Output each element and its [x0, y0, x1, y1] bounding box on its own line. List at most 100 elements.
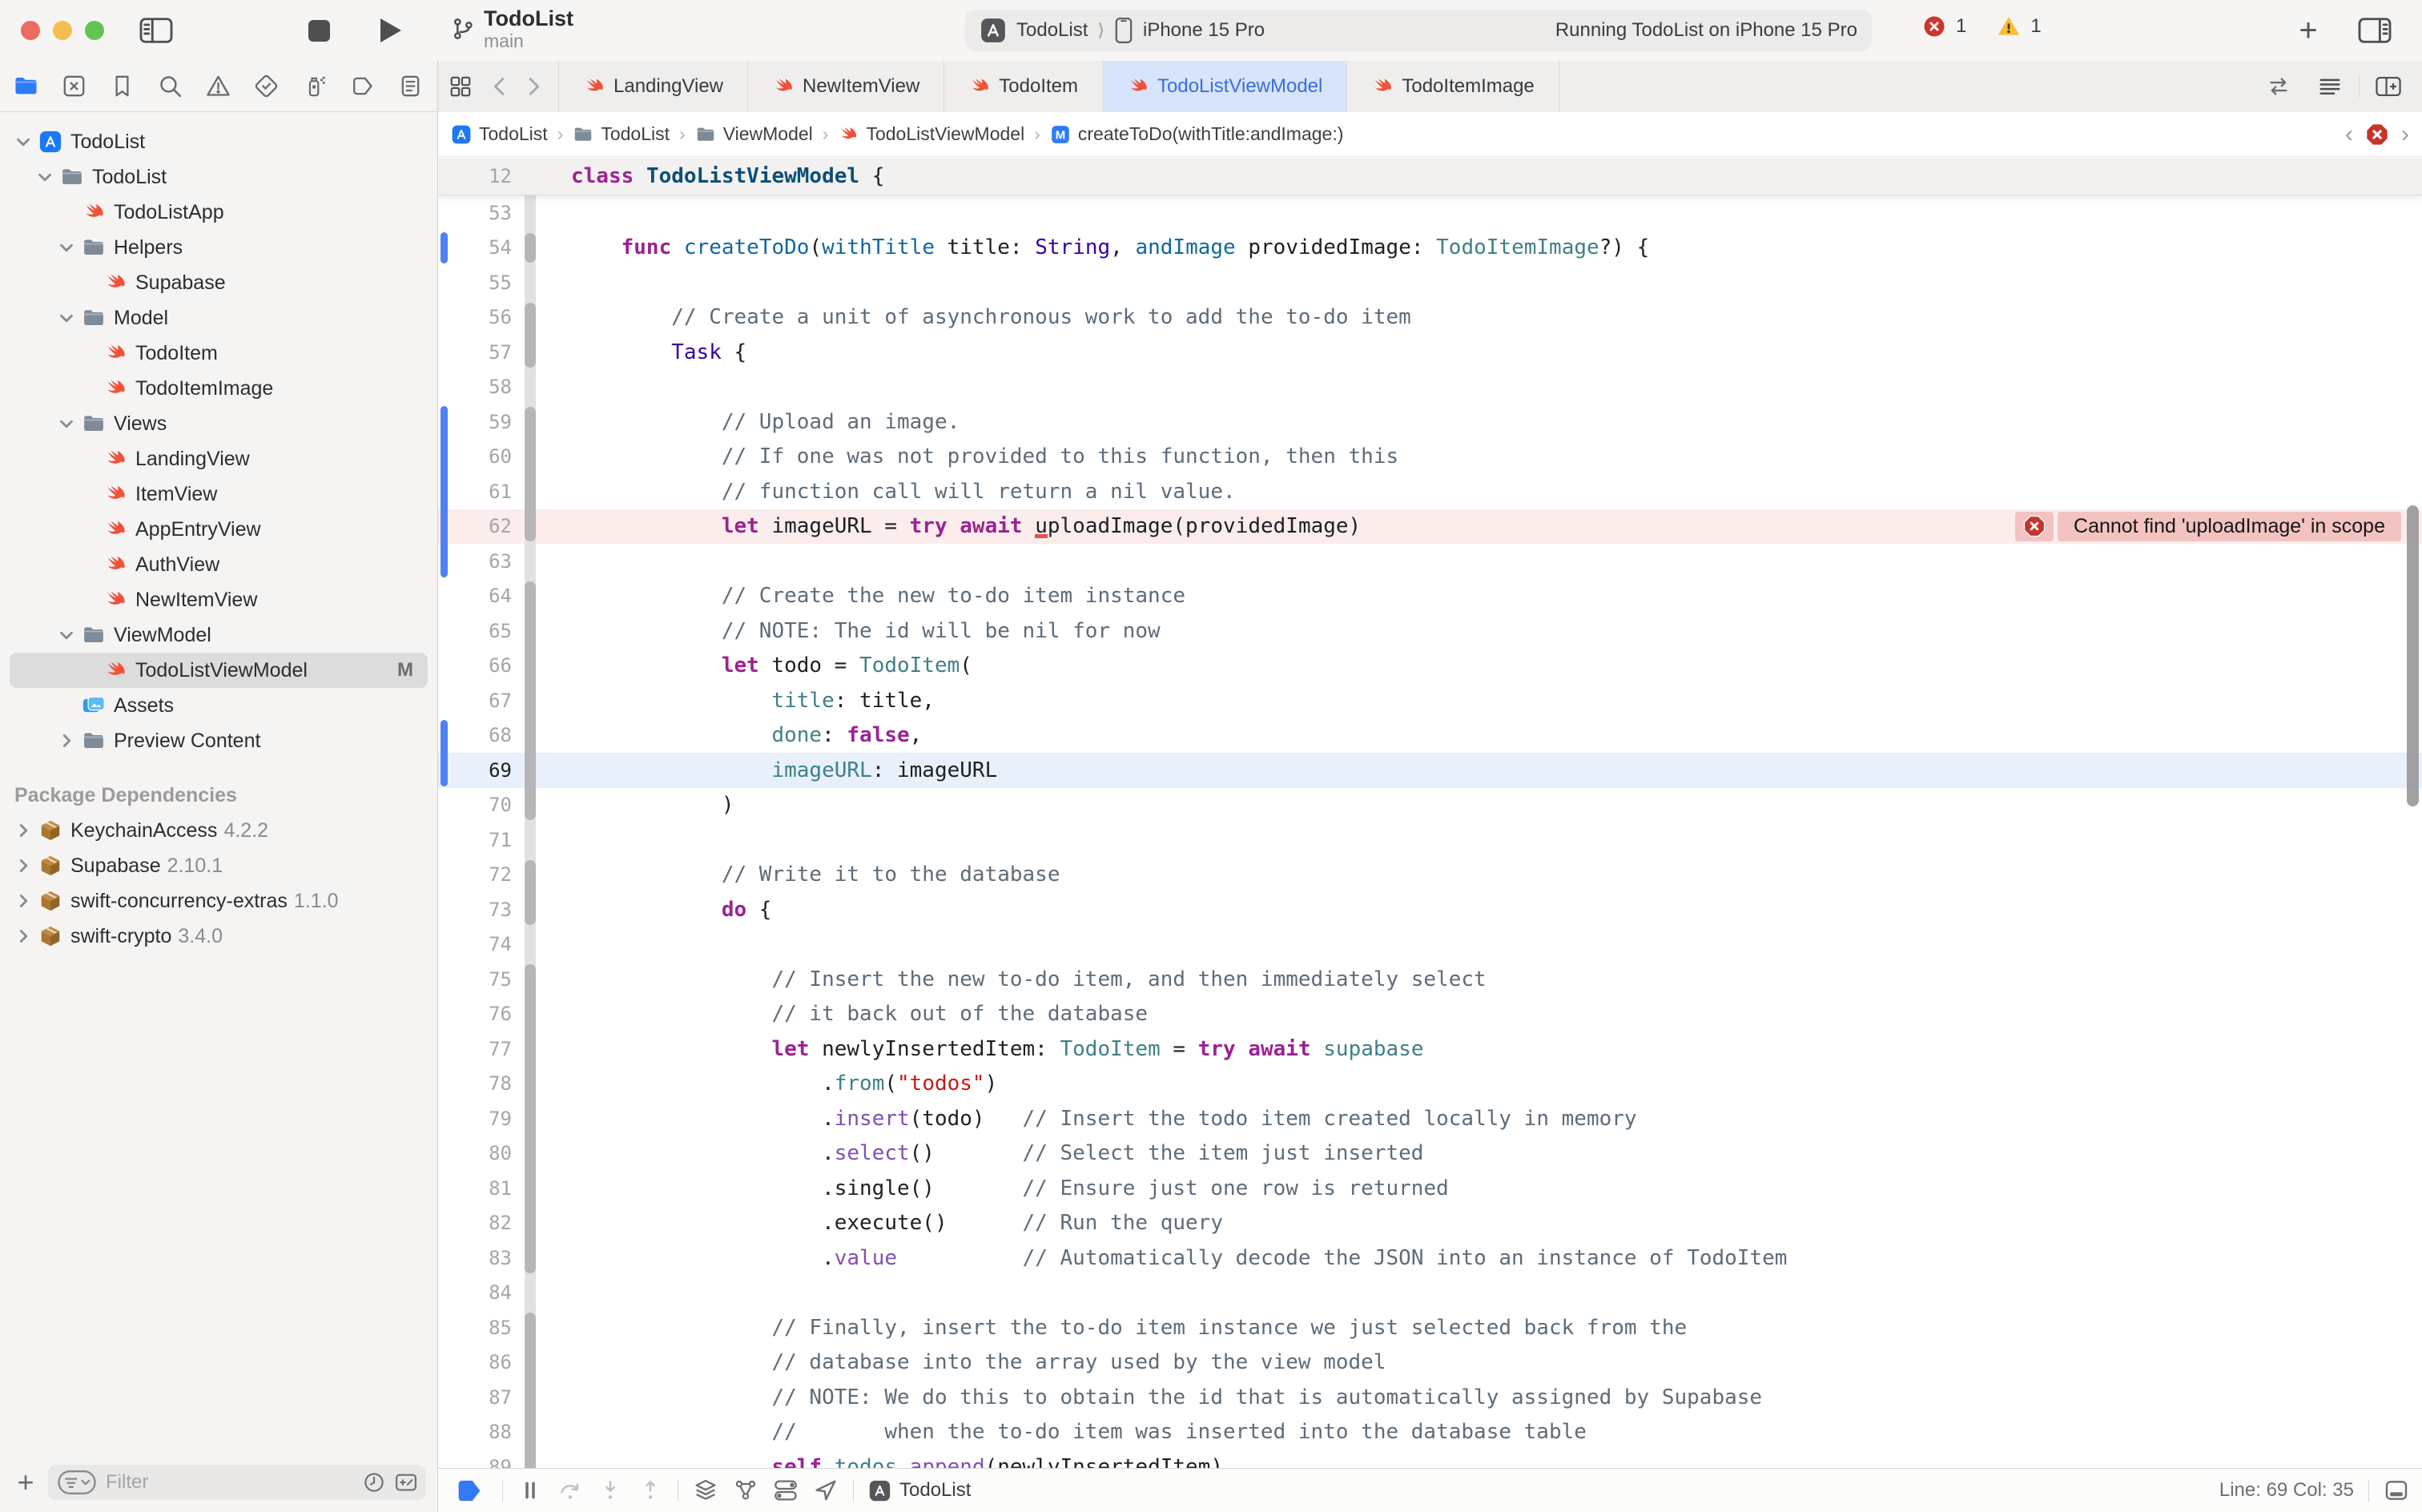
line-number[interactable]: 79	[438, 1108, 521, 1130]
project-navigator-icon[interactable]	[13, 73, 39, 99]
code-line-69[interactable]: 69 imageURL: imageURL	[438, 753, 2422, 788]
sidebar-divider[interactable]	[437, 61, 438, 1512]
code-line-85[interactable]: 85 // Finally, insert the to-do item ins…	[438, 1310, 2422, 1345]
breadcrumb-item[interactable]: TodoList	[573, 123, 670, 145]
disclosure-chevron-icon[interactable]	[56, 625, 77, 645]
line-number[interactable]: 89	[438, 1456, 521, 1468]
issue-stepper-error-icon[interactable]	[2364, 122, 2390, 147]
line-number[interactable]: 84	[438, 1281, 521, 1304]
code-line-82[interactable]: 82 .execute() // Run the query	[438, 1206, 2422, 1241]
code-line-61[interactable]: 61 // function call will return a nil va…	[438, 474, 2422, 509]
code-line-53[interactable]: 53	[438, 195, 2422, 231]
sidebar-item-NewItemView[interactable]: NewItemView	[0, 582, 437, 617]
code-line-88[interactable]: 88 // when the to-do item was inserted i…	[438, 1415, 2422, 1450]
debug-icon[interactable]	[301, 73, 328, 99]
line-number[interactable]: 64	[438, 585, 521, 607]
code-line-67[interactable]: 67 title: title,	[438, 683, 2422, 718]
sidebar-item-AppEntryView[interactable]: AppEntryView	[0, 512, 437, 547]
sidebar-item-Helpers[interactable]: Helpers	[0, 230, 437, 265]
sidebar-item-TodoList[interactable]: TodoList	[0, 159, 437, 195]
line-number[interactable]: 66	[438, 654, 521, 677]
recents-clock-icon[interactable]	[362, 1470, 386, 1494]
disclosure-chevron-icon[interactable]	[13, 855, 34, 876]
code-lines[interactable]: 5354 func createToDo(withTitle title: St…	[438, 195, 2422, 1468]
disclosure-chevron-icon[interactable]	[13, 820, 34, 841]
code-line-72[interactable]: 72 // Write it to the database	[438, 858, 2422, 893]
navigator-sidebar-toggle-button[interactable]	[138, 14, 175, 46]
sidebar-item-TodoItemImage[interactable]: TodoItemImage	[0, 371, 437, 406]
sticky-declaration-line[interactable]: 12class TodoListViewModel {	[438, 158, 2422, 195]
tab-NewItemView[interactable]: NewItemView	[748, 61, 944, 112]
inspector-sidebar-toggle-button[interactable]	[2355, 14, 2395, 46]
code-line-74[interactable]: 74	[438, 927, 2422, 963]
sidebar-item-Preview-Content[interactable]: Preview Content	[0, 723, 437, 758]
line-number[interactable]: 76	[438, 1003, 521, 1025]
code-line-75[interactable]: 75 // Insert the new to-do item, and the…	[438, 962, 2422, 997]
sidebar-item-TodoList[interactable]: TodoList	[0, 124, 437, 159]
environment-overrides-button[interactable]	[773, 1478, 799, 1503]
source-editor[interactable]: 12class TodoListViewModel { 5354 func cr…	[438, 158, 2422, 1468]
line-number[interactable]: 70	[438, 794, 521, 816]
tab-LandingView[interactable]: LandingView	[558, 61, 748, 112]
disclosure-chevron-icon[interactable]	[13, 891, 34, 911]
issue-badges[interactable]: 1 1	[1922, 14, 2042, 38]
breadcrumb-item[interactable]: TodoListViewModel	[838, 123, 1024, 145]
running-app-item[interactable]: TodoList	[868, 1479, 971, 1502]
line-number[interactable]: 81	[438, 1177, 521, 1200]
related-items-button[interactable]	[438, 61, 483, 112]
line-number[interactable]: 71	[438, 829, 521, 851]
line-number[interactable]: 60	[438, 445, 521, 468]
line-number[interactable]: 87	[438, 1386, 521, 1409]
pause-button[interactable]	[517, 1478, 543, 1503]
sidebar-item-LandingView[interactable]: LandingView	[0, 441, 437, 477]
window-close-button[interactable]	[21, 21, 40, 40]
project-title-widget[interactable]: TodoList main	[450, 6, 573, 51]
bookmarks-icon[interactable]	[109, 73, 135, 99]
window-zoom-button[interactable]	[85, 21, 104, 40]
line-number[interactable]: 12	[438, 165, 521, 187]
code-line-55[interactable]: 55	[438, 265, 2422, 300]
code-line-70[interactable]: 70 )	[438, 788, 2422, 823]
vertical-scrollbar[interactable]	[2407, 505, 2419, 806]
code-line-79[interactable]: 79 .insert(todo) // Insert the todo item…	[438, 1101, 2422, 1136]
code-line-63[interactable]: 63	[438, 544, 2422, 579]
inline-error-annotation[interactable]: Cannot find 'uploadImage' in scope	[2015, 512, 2401, 542]
add-file-button[interactable]: +	[11, 1466, 40, 1499]
line-number[interactable]: 54	[438, 236, 521, 259]
code-line-57[interactable]: 57 Task {	[438, 335, 2422, 370]
code-line-65[interactable]: 65 // NOTE: The id will be nil for now	[438, 613, 2422, 649]
package-item-Supabase[interactable]: Supabase2.10.1	[0, 848, 437, 883]
breakpoints-toggle-button[interactable]	[451, 1478, 488, 1503]
line-number[interactable]: 61	[438, 481, 521, 503]
line-number[interactable]: 75	[438, 968, 521, 991]
line-number[interactable]: 58	[438, 376, 521, 398]
code-line-83[interactable]: 83 .value // Automatically decode the JS…	[438, 1241, 2422, 1276]
tab-TodoListViewModel[interactable]: TodoListViewModel	[1103, 61, 1347, 112]
code-line-87[interactable]: 87 // NOTE: We do this to obtain the id …	[438, 1380, 2422, 1415]
window-minimize-button[interactable]	[53, 21, 72, 40]
issues-icon[interactable]	[205, 73, 231, 99]
disclosure-chevron-icon[interactable]	[56, 237, 77, 258]
sidebar-item-TodoListViewModel[interactable]: TodoListViewModelM	[10, 653, 428, 688]
line-number[interactable]: 82	[438, 1212, 521, 1234]
add-editor-button[interactable]	[2366, 74, 2411, 99]
filter-input[interactable]: Filter	[48, 1465, 426, 1500]
line-number[interactable]: 85	[438, 1317, 521, 1339]
source-control-status-filter-icon[interactable]	[394, 1470, 418, 1494]
source-control-icon[interactable]	[61, 73, 87, 99]
reports-icon[interactable]	[397, 73, 424, 99]
run-button[interactable]	[375, 14, 407, 46]
code-line-59[interactable]: 59 // Upload an image.	[438, 404, 2422, 440]
package-item-swift-concurrency-extras[interactable]: swift-concurrency-extras1.1.0	[0, 883, 437, 919]
code-line-71[interactable]: 71	[438, 822, 2422, 858]
disclosure-chevron-icon[interactable]	[56, 308, 77, 328]
breadcrumb-item[interactable]: McreateToDo(withTitle:andImage:)	[1050, 123, 1344, 145]
sidebar-item-ItemView[interactable]: ItemView	[0, 477, 437, 512]
sidebar-item-Model[interactable]: Model	[0, 300, 437, 336]
line-number[interactable]: 86	[438, 1351, 521, 1373]
sidebar-item-TodoItem[interactable]: TodoItem	[0, 336, 437, 371]
filter-options-icon[interactable]	[56, 1470, 98, 1495]
line-number[interactable]: 72	[438, 863, 521, 886]
line-number[interactable]: 67	[438, 690, 521, 712]
code-line-58[interactable]: 58	[438, 370, 2422, 405]
